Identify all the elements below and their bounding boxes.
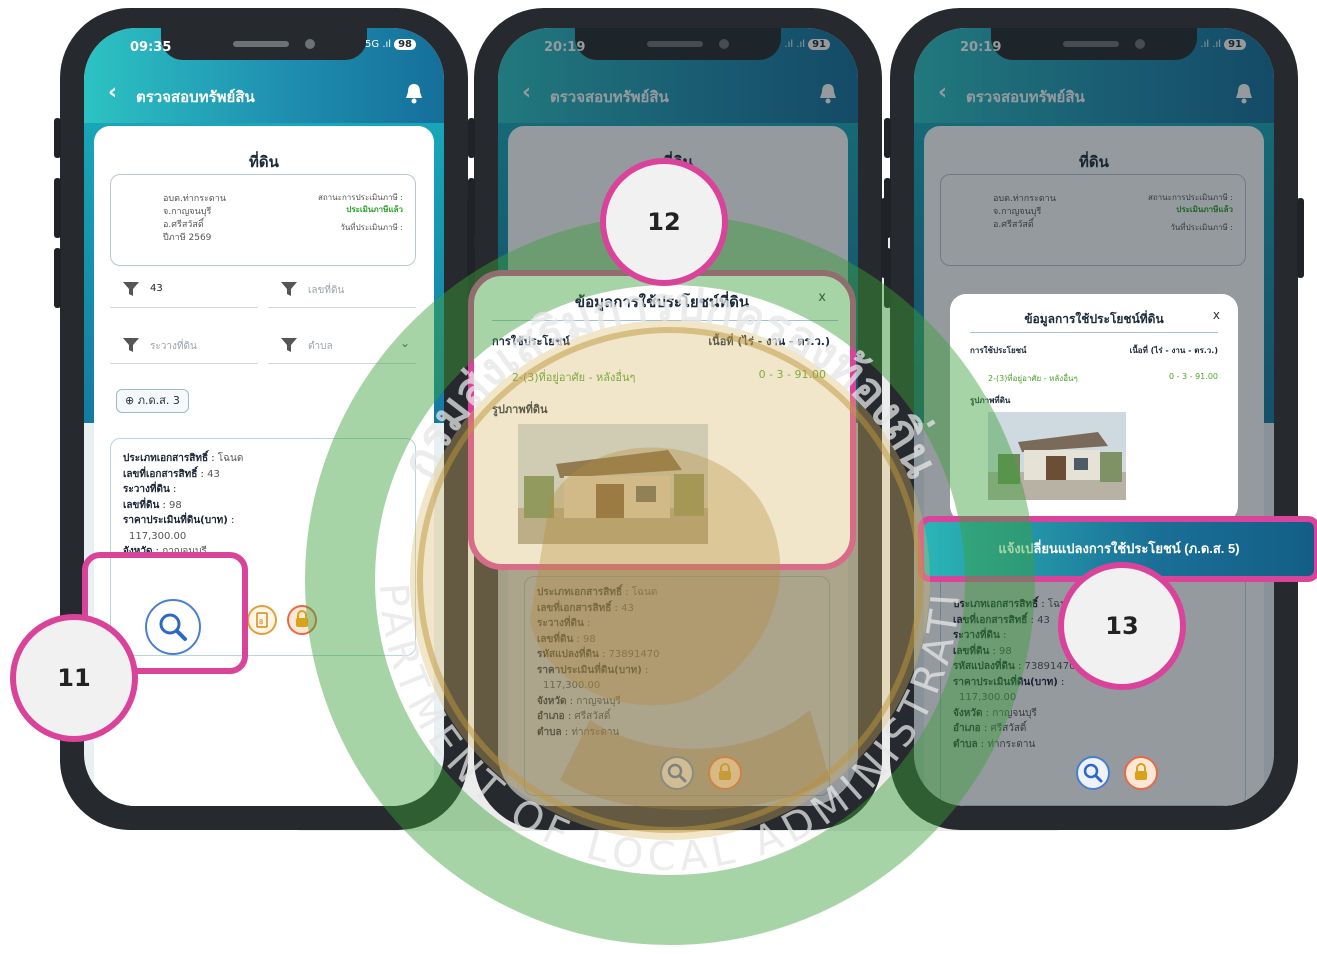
col-area-header: เนื้อที่ (ไร่ - งาน - ตร.ว.) xyxy=(1129,346,1218,355)
rawang-filter[interactable]: ระวางที่ดิน xyxy=(110,330,258,364)
callout-12: 12 xyxy=(600,158,728,286)
battery-badge: 98 xyxy=(394,39,416,50)
search-icon xyxy=(1083,763,1103,783)
lock-button[interactable] xyxy=(1124,756,1158,790)
org-name: อบต.ท่ากระดาน xyxy=(163,194,226,204)
lock-icon xyxy=(1135,763,1147,780)
department-seal-watermark: กรมส่งเสริมการปกครองท้องถิ่น DEPARTMENT … xyxy=(290,200,1035,945)
svg-text:฿: ฿ xyxy=(259,618,263,626)
bell-icon[interactable] xyxy=(404,82,424,104)
card-title: ที่ดิน xyxy=(249,154,279,171)
pds3-button[interactable]: ⊕ ภ.ด.ส. 3 xyxy=(116,389,189,413)
page-title: ตรวจสอบทรัพย์สิน xyxy=(136,89,255,106)
tax-document-button[interactable]: ฿ xyxy=(247,605,277,635)
callout-13: 13 xyxy=(1058,562,1186,690)
document-icon: ฿ xyxy=(256,612,268,628)
filter-icon xyxy=(123,282,139,296)
province: จ.กาญจนบุรี xyxy=(163,207,212,217)
doc-number-filter[interactable]: 43 xyxy=(110,274,258,308)
back-arrow-icon[interactable]: ‹ xyxy=(108,80,117,105)
area-value: 0 - 3 - 91.00 xyxy=(1168,372,1218,381)
download-icon: ⊕ xyxy=(125,394,135,407)
close-icon[interactable]: x xyxy=(1213,308,1220,322)
district: อ.ศรีสวัสดิ์ xyxy=(163,220,204,230)
search-button[interactable] xyxy=(1076,756,1110,790)
status-icons: 5G .ıl 98 xyxy=(365,39,416,50)
callout-11: 11 xyxy=(10,614,138,742)
filter-icon xyxy=(123,338,139,352)
tax-year: ปีภาษี 2569 xyxy=(163,233,212,243)
status-time: 09:35 xyxy=(130,40,172,55)
